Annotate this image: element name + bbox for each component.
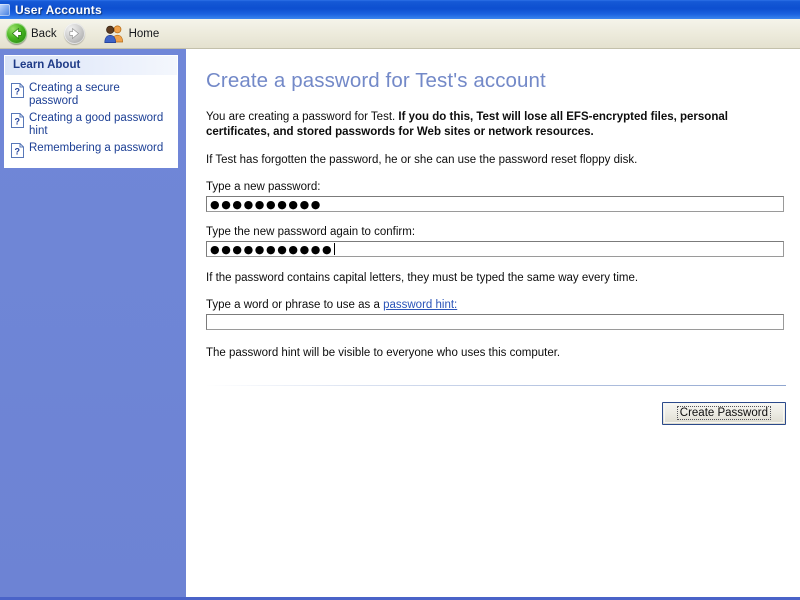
password-hint-label: Type a word or phrase to use as a passwo… <box>206 299 786 311</box>
svg-text:?: ? <box>14 86 20 96</box>
page-title: Create a password for Test's account <box>206 69 546 92</box>
title-bar: User Accounts <box>0 0 800 19</box>
main-content: Create a password for Test's account You… <box>186 49 800 597</box>
new-password-input[interactable]: ●●●●●●●●●● <box>206 196 784 212</box>
sidebar-item-remembering-password[interactable]: ? Remembering a password <box>11 140 171 160</box>
intro-paragraph: You are creating a password for Test. If… <box>206 110 766 140</box>
back-button-label: Back <box>31 27 57 40</box>
password-hint-input[interactable] <box>206 314 784 330</box>
toolbar: Back Home <box>0 19 800 49</box>
back-arrow-icon <box>6 23 27 44</box>
learn-about-links: ? Creating a secure password ? Creating … <box>5 75 177 167</box>
user-accounts-window: User Accounts Back Home Learn About ? Cr… <box>0 0 800 600</box>
users-home-icon <box>103 24 125 43</box>
learn-about-panel: Learn About ? Creating a secure password <box>4 55 178 168</box>
sidebar: Learn About ? Creating a secure password <box>0 49 186 597</box>
learn-about-title: Learn About <box>5 56 177 75</box>
window-body: Learn About ? Creating a secure password <box>0 49 800 597</box>
create-password-button-inner: Create Password <box>663 404 784 423</box>
sidebar-item-label: Creating a secure password <box>29 82 120 107</box>
intro-plain-text: You are creating a password for Test. <box>206 111 399 123</box>
text-caret <box>334 243 336 255</box>
password-hint-link[interactable]: password hint: <box>383 299 457 311</box>
sidebar-item-creating-good-password-hint[interactable]: ? Creating a good password hint <box>11 110 171 140</box>
confirm-password-label: Type the new password again to confirm: <box>206 226 416 238</box>
svg-text:?: ? <box>14 116 20 126</box>
help-question-icon: ? <box>11 113 24 128</box>
forward-button[interactable] <box>62 22 94 46</box>
help-question-icon: ? <box>11 83 24 98</box>
user-accounts-icon <box>0 3 10 16</box>
home-button-label: Home <box>128 27 160 40</box>
button-row: Create Password <box>206 402 786 425</box>
capital-letters-note: If the password contains capital letters… <box>206 272 639 284</box>
password-hint-label-prefix: Type a word or phrase to use as a <box>206 299 384 311</box>
forgotten-password-note: If Test has forgotten the password, he o… <box>206 154 638 166</box>
sidebar-item-label: Creating a good password hint <box>29 112 164 137</box>
confirm-password-value: ●●●●●●●●●●● <box>210 242 334 256</box>
confirm-password-input[interactable]: ●●●●●●●●●●● <box>206 241 784 257</box>
home-button[interactable]: Home <box>94 22 165 46</box>
create-password-button[interactable]: Create Password <box>661 402 786 425</box>
help-question-icon: ? <box>11 143 24 158</box>
sidebar-item-creating-secure-password[interactable]: ? Creating a secure password <box>11 80 171 110</box>
create-password-button-label: Create Password <box>676 406 772 420</box>
new-password-value: ●●●●●●●●●● <box>210 197 322 211</box>
svg-text:?: ? <box>14 146 20 156</box>
new-password-label: Type a new password: <box>206 181 321 193</box>
hint-visibility-note: The password hint will be visible to eve… <box>206 347 561 359</box>
forward-arrow-icon <box>63 23 85 44</box>
section-divider <box>206 385 786 386</box>
back-button[interactable]: Back <box>4 22 62 46</box>
window-title: User Accounts <box>15 2 102 17</box>
sidebar-item-label: Remembering a password <box>29 142 164 154</box>
